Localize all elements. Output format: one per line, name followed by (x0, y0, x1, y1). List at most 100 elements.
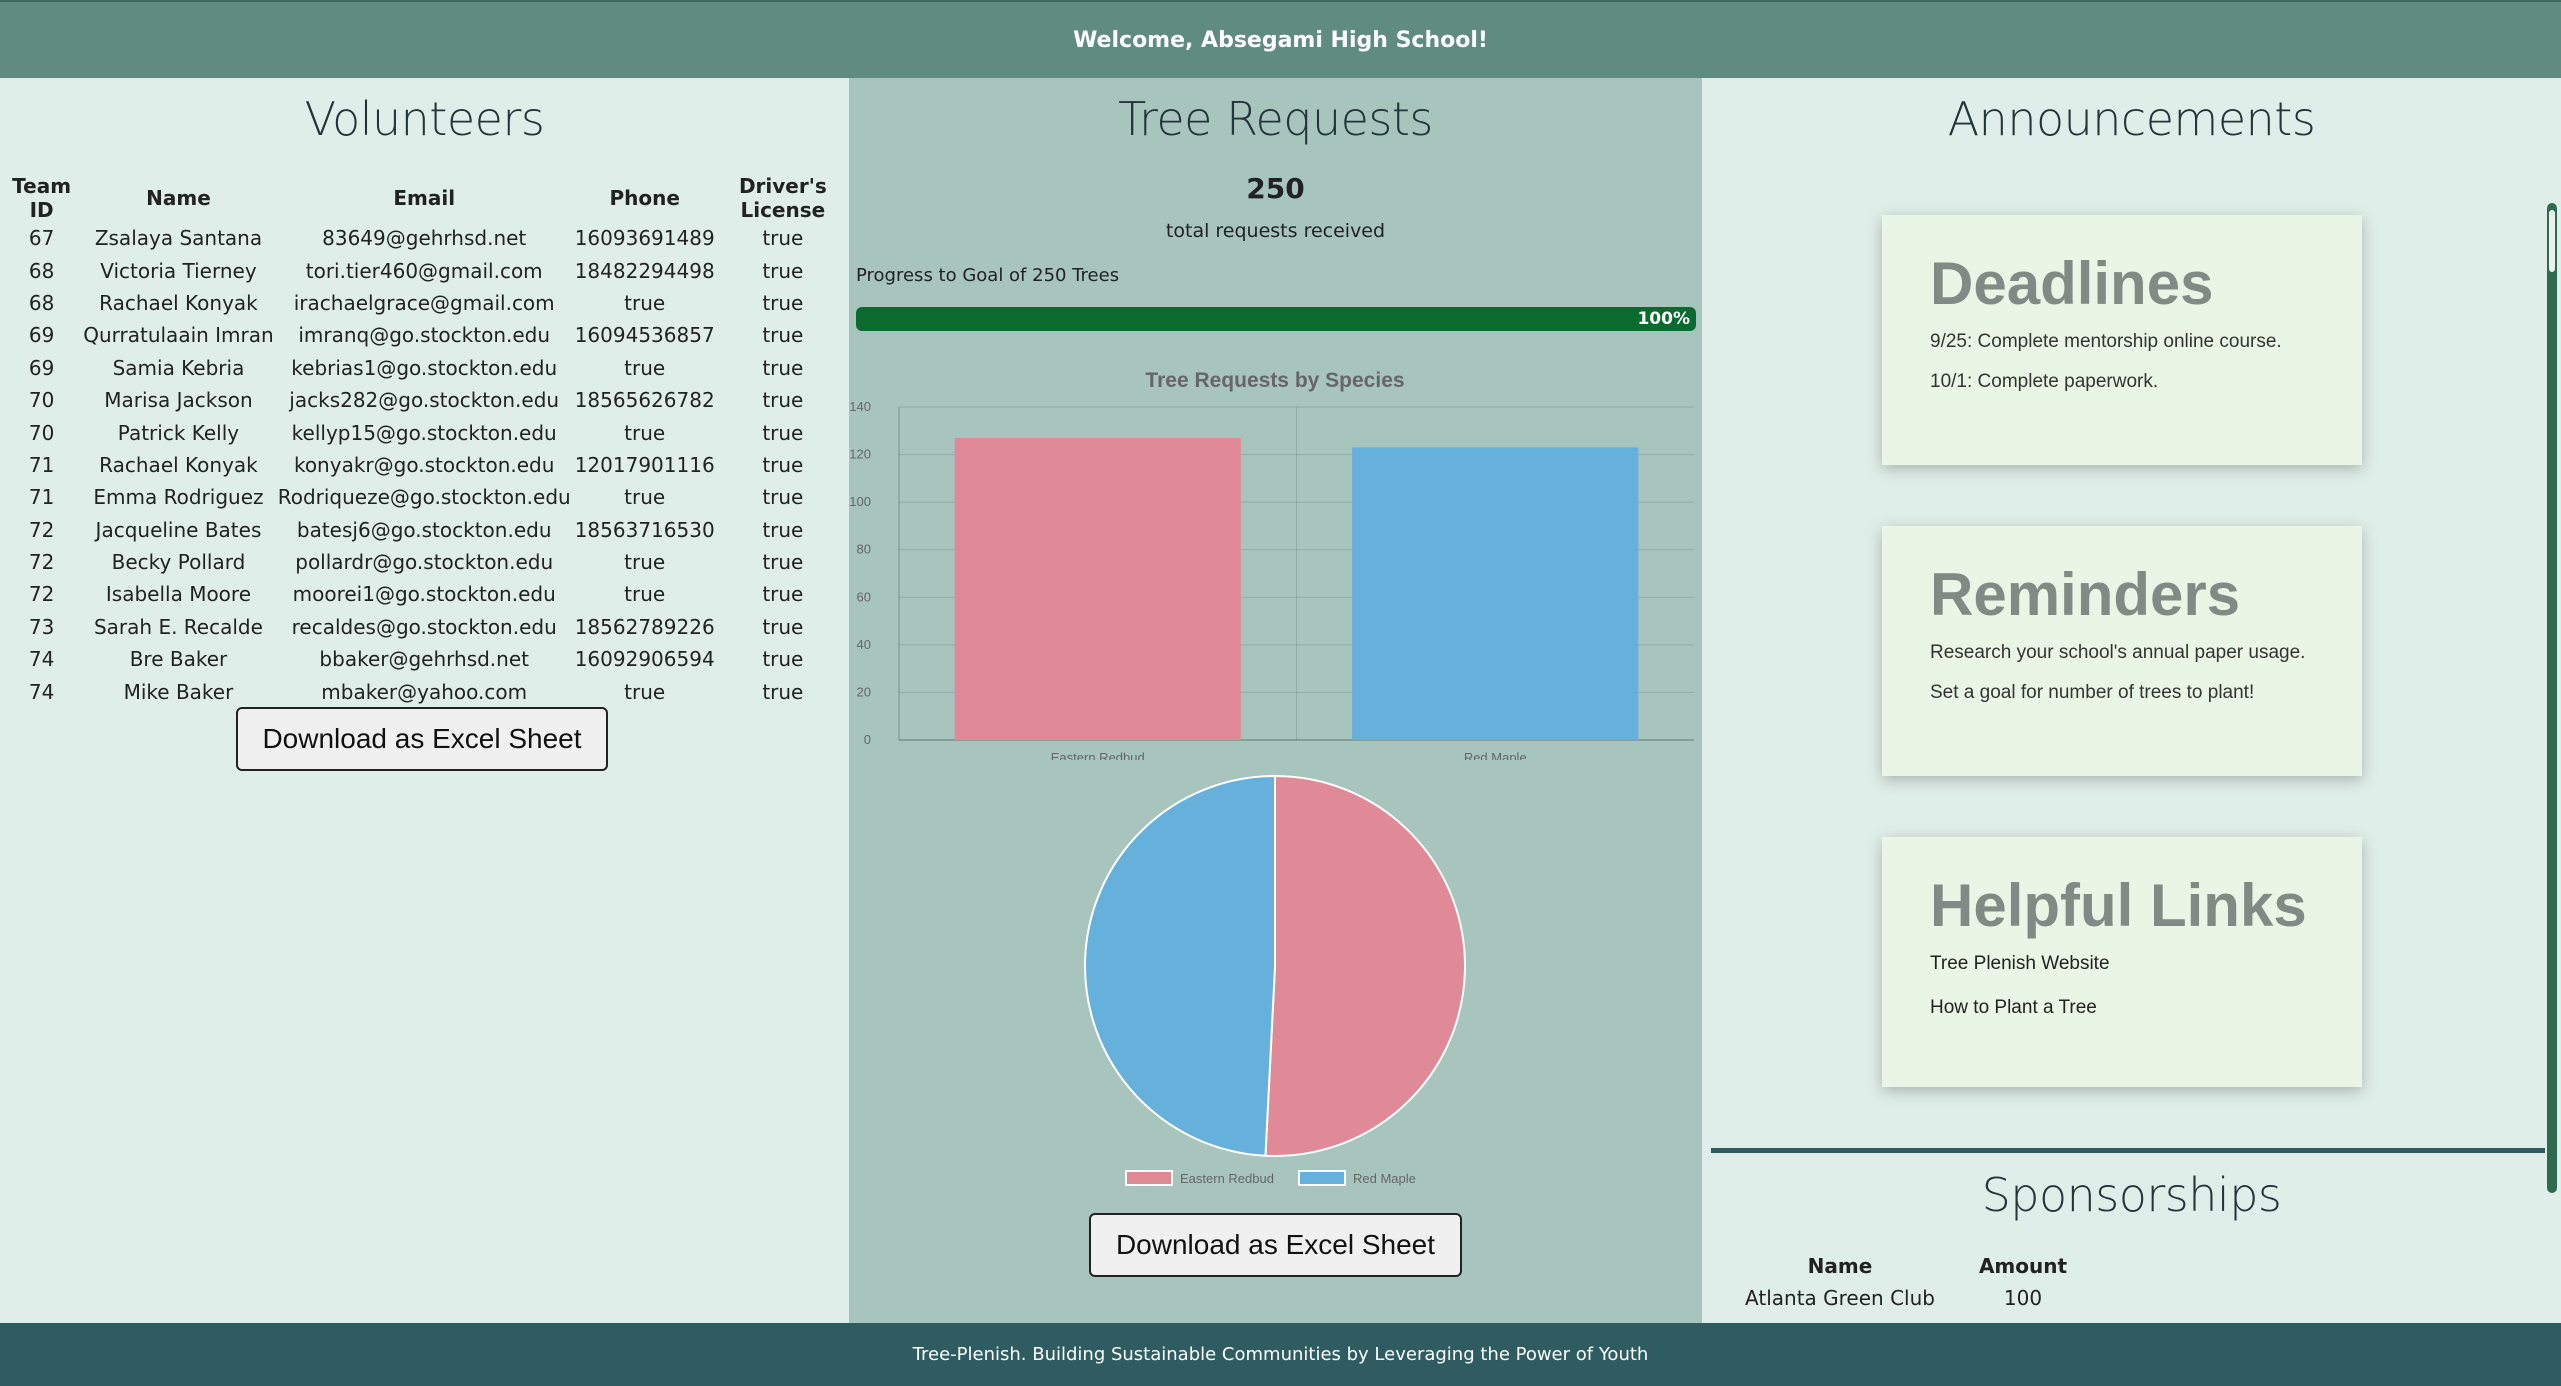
cell-drivers-license: true (762, 452, 804, 477)
column-header-phone: Phone (609, 186, 680, 210)
helpful-links-heading: Helpful Links (1930, 872, 2307, 939)
column-header-amount: Amount (1978, 1254, 2068, 1278)
legend-label: Eastern Redbud (1180, 1171, 1274, 1186)
cell-name: Jacqueline Bates (95, 517, 262, 542)
page-scrollbar[interactable] (2547, 203, 2557, 1193)
cell-email: konyakr@go.stockton.edu (293, 452, 555, 477)
section-divider (1711, 1148, 2545, 1153)
cell-team-id: 68 (28, 258, 55, 283)
cell-drivers-license: true (762, 517, 804, 542)
tree-plenish-website-link[interactable]: Tree Plenish Website (1930, 953, 2362, 975)
cell-team-id: 74 (28, 647, 55, 672)
table-row: 67 Zsalaya Santana 83649@gehrhsd.net 160936… (2, 222, 849, 254)
how-to-plant-a-tree-link[interactable]: How to Plant a Tree (1930, 997, 2362, 1019)
sponsorships-title: Sponsorships (1981, 1168, 2282, 1222)
cell-phone: true (624, 582, 666, 607)
table-row: 68 Victoria Tierney tori.tier460@gmail.com… (2, 254, 849, 286)
deadline-item: 10/1: Complete paperwork. (1930, 371, 2159, 392)
footer: Tree-Plenish. Building Sustainable Commu… (0, 1323, 2561, 1386)
sponsor-amount: 100 (2003, 1286, 2043, 1310)
cell-drivers-license: true (762, 679, 804, 704)
table-row: 71 Emma Rodriguez Rodriqueze@go.stockton.e… (2, 481, 849, 513)
column-header-sponsor-name: Name (1807, 1254, 1873, 1278)
table-row: 70 Marisa Jackson jacks282@go.stockton.edu… (2, 384, 849, 416)
table-row: 74 Mike Baker mbaker@yahoo.com true true (2, 675, 849, 707)
cell-email: 83649@gehrhsd.net (322, 226, 527, 251)
cell-phone: true (624, 550, 666, 575)
cell-email: bbaker@gehrhsd.net (319, 647, 529, 672)
column-header-email: Email (393, 186, 456, 210)
cell-email: mbaker@yahoo.com (321, 679, 528, 704)
sponsorships-table: Name Amount Atlanta Green Club 100 (1736, 1250, 2102, 1314)
total-requests-count: 250 (1246, 172, 1305, 205)
bar-chart-title: Tree Requests by Species (1145, 369, 1404, 392)
cell-team-id: 72 (28, 517, 55, 542)
cell-phone: true (624, 355, 666, 380)
cell-name: Mike Baker (123, 679, 234, 704)
table-row: 69 Samia Kebria kebrias1@go.stockton.edu tr… (2, 352, 849, 384)
tree-requests-download-button[interactable]: Download as Excel Sheet (1089, 1213, 1462, 1277)
cell-team-id: 72 (28, 550, 55, 575)
goal-progress-text: 100% (1637, 309, 1690, 329)
x-tick-label: Eastern Redbud (1051, 750, 1145, 760)
bar-eastern-redbud (954, 437, 1241, 740)
cell-name: Bre Baker (129, 647, 228, 672)
y-tick-label: 60 (857, 589, 871, 604)
table-row: 72 Isabella Moore moorei1@go.stockton.edu t… (2, 578, 849, 610)
goal-progress-fill: 100% (856, 307, 1696, 331)
volunteers-header-row: Team ID Name Email Phone Driver's Licens… (2, 174, 849, 222)
cell-email: kebrias1@go.stockton.edu (291, 355, 558, 380)
y-tick-label: 80 (857, 542, 871, 557)
welcome-text: Welcome, Absegami High School! (1073, 27, 1488, 53)
goal-progress-label: Progress to Goal of 250 Trees (856, 265, 1120, 286)
cell-name: Rachael Konyak (99, 452, 258, 477)
legend-label: Red Maple (1353, 1171, 1416, 1186)
cell-name: Victoria Tierney (100, 258, 257, 283)
cell-name: Zsalaya Santana (94, 226, 263, 251)
cell-name: Emma Rodriguez (93, 485, 264, 510)
species-pie-chart: Eastern Redbud Red Maple (1084, 774, 1466, 1186)
tree-requests-panel: Tree Requests 250 total requests receive… (849, 78, 1702, 1323)
cell-phone: 12017901116 (574, 452, 715, 477)
goal-progress-bar: 100% (856, 307, 1696, 331)
cell-name: Becky Pollard (111, 550, 246, 575)
volunteers-title: Volunteers (304, 92, 545, 146)
cell-email: imranq@go.stockton.edu (298, 323, 551, 348)
y-tick-label: 40 (857, 637, 871, 652)
reminders-heading: Reminders (1930, 561, 2241, 628)
announcements-panel: Announcements Deadlines 9/25: Complete m… (1702, 78, 2561, 1323)
cell-email: irachaelgrace@gmail.com (293, 290, 555, 315)
cell-phone: true (624, 290, 666, 315)
cell-team-id: 71 (28, 485, 55, 510)
table-row: 74 Bre Baker bbaker@gehrhsd.net 16092906594… (2, 643, 849, 675)
cell-phone: 18565626782 (574, 388, 715, 413)
cell-team-id: 68 (28, 290, 55, 315)
deadlines-heading: Deadlines (1930, 250, 2214, 317)
species-bar-chart: Tree Requests by Species 0 20 40 60 80 100 120 1… (849, 369, 1694, 760)
cell-email: pollardr@go.stockton.edu (295, 550, 554, 575)
reminder-item: Set a goal for number of trees to plant! (1930, 682, 2255, 703)
scrollbar-thumb[interactable] (2549, 210, 2555, 272)
cell-email: kellyp15@go.stockton.edu (291, 420, 557, 445)
deadlines-card: Deadlines 9/25: Complete mentorship onli… (1882, 215, 2362, 465)
legend-swatch (1298, 1170, 1346, 1186)
cell-drivers-license: true (762, 420, 804, 445)
cell-team-id: 74 (28, 679, 55, 704)
volunteers-download-button[interactable]: Download as Excel Sheet (236, 707, 608, 771)
deadline-item: 9/25: Complete mentorship online course. (1930, 331, 2282, 352)
tree-requests-title: Tree Requests (1118, 92, 1433, 146)
cell-phone: 16094536857 (574, 323, 715, 348)
cell-phone: 18562789226 (574, 614, 715, 639)
cell-team-id: 67 (28, 226, 55, 251)
cell-team-id: 70 (28, 388, 55, 413)
cell-drivers-license: true (762, 550, 804, 575)
cell-email: batesj6@go.stockton.edu (296, 517, 552, 542)
y-tick-label: 0 (864, 732, 871, 747)
table-row: 73 Sarah E. Recalde recaldes@go.stockton.e… (2, 611, 849, 643)
cell-phone: 16093691489 (574, 226, 715, 251)
column-header-name: Name (146, 186, 211, 210)
cell-drivers-license: true (762, 582, 804, 607)
column-header-team-id: Team ID (12, 174, 72, 222)
cell-phone: 16092906594 (574, 647, 715, 672)
footer-text: Tree-Plenish. Building Sustainable Commu… (912, 1344, 1649, 1365)
